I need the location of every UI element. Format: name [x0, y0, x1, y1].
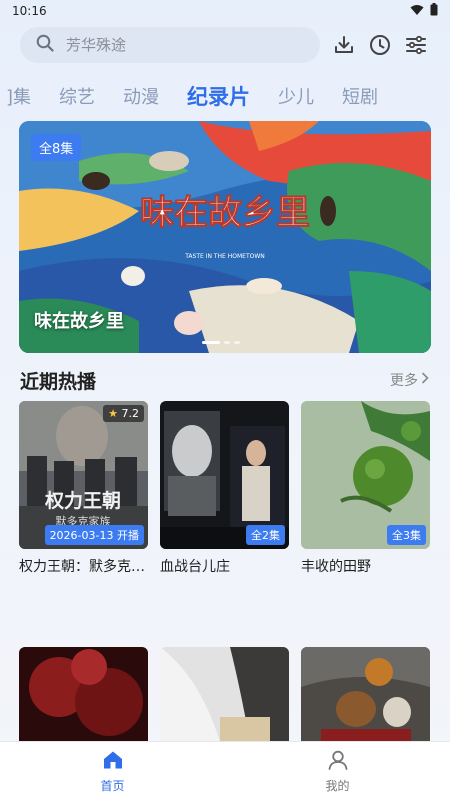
history-icon[interactable] [368, 33, 392, 57]
card-poster: 全2集 [160, 401, 289, 549]
more-link[interactable]: 更多 [390, 370, 430, 390]
nav-profile-label: 我的 [325, 778, 350, 793]
card-title: 血战台儿庄 [160, 559, 230, 575]
nav-home[interactable]: 首页 [0, 742, 225, 800]
nav-home-label: 首页 [100, 778, 125, 793]
tab-short-drama[interactable]: 短剧 [328, 83, 392, 109]
carousel-dot-active [202, 341, 220, 344]
tab-anime[interactable]: 动漫 [109, 83, 173, 109]
media-card[interactable]: 权力王朝 默多克家族 ★ 7.2 2026-03-13 开播 权力王朝：默多克家… [19, 401, 148, 576]
section-title: 近期热播 [20, 370, 97, 393]
carousel-indicator [202, 341, 240, 344]
search-row [20, 27, 430, 63]
chevron-right-icon [420, 372, 430, 388]
media-card-partial[interactable] [19, 647, 148, 742]
rating-badge: ★ 7.2 [103, 405, 144, 422]
media-card-partial[interactable] [160, 647, 289, 742]
nav-profile[interactable]: 我的 [225, 742, 450, 800]
rating-value: 7.2 [121, 407, 140, 420]
filter-icon[interactable] [404, 33, 428, 57]
episode-badge: 全8集 [31, 134, 82, 161]
home-icon [102, 749, 124, 775]
tab-tv-series[interactable]: ]集 [0, 83, 45, 109]
carousel-dot [234, 341, 240, 344]
banner-art-text: 味在故乡里 [140, 193, 310, 233]
profile-icon [327, 749, 349, 775]
episode-count-badge: 全2集 [246, 525, 285, 545]
tab-documentary[interactable]: 纪录片 [173, 81, 264, 111]
search-box[interactable] [20, 27, 320, 63]
tab-variety[interactable]: 综艺 [45, 83, 109, 109]
wifi-icon [410, 4, 424, 19]
card-poster: 全3集 [301, 401, 430, 549]
featured-banner[interactable]: 味在故乡里 TASTE IN THE HOMETOWN 全8集 味在故乡里 [19, 121, 431, 353]
release-date-badge: 2026-03-13 开播 [44, 525, 144, 545]
star-icon: ★ [108, 407, 118, 420]
card-title: 权力王朝：默多克家族 [19, 559, 148, 575]
media-card-partial[interactable] [301, 647, 430, 742]
poster-title-art: 权力王朝 [44, 489, 121, 512]
download-icon[interactable] [332, 33, 356, 57]
bottom-nav: 首页 我的 [0, 741, 450, 800]
banner-title: 味在故乡里 [34, 311, 124, 332]
more-label: 更多 [390, 373, 418, 389]
status-time: 10:16 [12, 4, 47, 18]
media-card[interactable]: 全3集 丰收的田野 [301, 401, 430, 576]
card-title: 丰收的田野 [301, 559, 371, 575]
episode-count-badge: 全3集 [387, 525, 426, 545]
section-header: 近期热播 更多 [20, 366, 430, 394]
card-poster: 权力王朝 默多克家族 ★ 7.2 2026-03-13 开播 [19, 401, 148, 549]
banner-art-subtext: TASTE IN THE HOMETOWN [184, 253, 265, 260]
category-tabs: ]集 综艺 动漫 纪录片 少儿 短剧 [0, 80, 450, 112]
tab-kids[interactable]: 少儿 [264, 83, 328, 109]
carousel-dot [224, 341, 230, 344]
search-icon [36, 34, 54, 56]
battery-icon [430, 3, 438, 19]
media-card[interactable]: 全2集 血战台儿庄 [160, 401, 289, 576]
status-bar: 10:16 [0, 0, 450, 22]
search-input[interactable] [66, 36, 286, 54]
